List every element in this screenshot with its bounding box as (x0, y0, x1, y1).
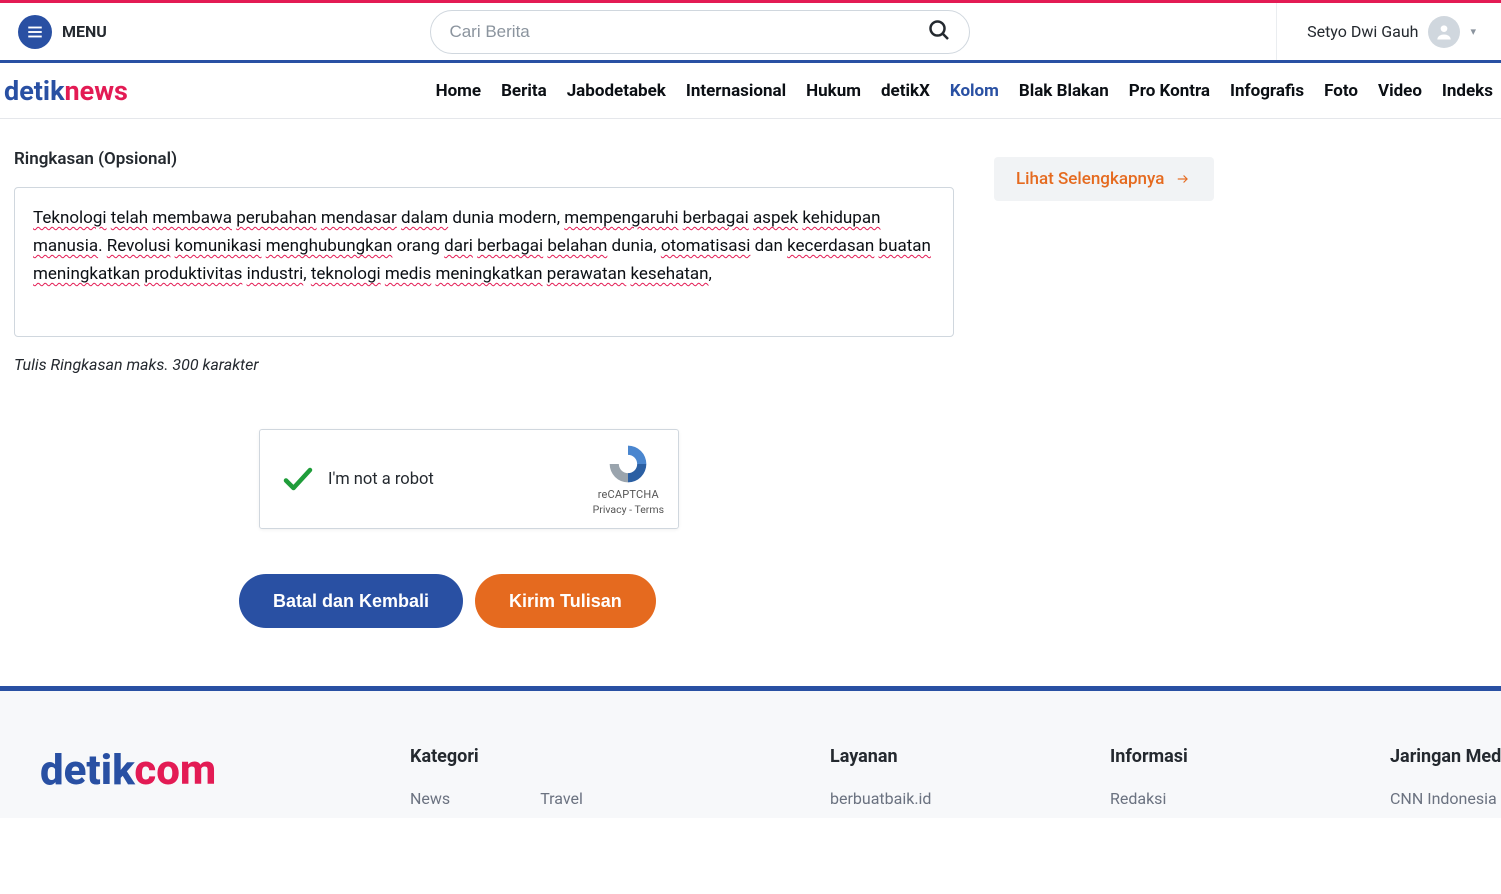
nav-berita[interactable]: Berita (501, 81, 547, 101)
arrow-right-icon (1174, 172, 1192, 186)
submit-button[interactable]: Kirim Tulisan (475, 574, 656, 628)
hamburger-icon (18, 15, 52, 49)
footer-col: Jaringan Media CNN Indonesia (1390, 746, 1501, 818)
search-icon[interactable] (927, 18, 951, 46)
user-menu[interactable]: Setyo Dwi Gauh ▾ (1276, 3, 1501, 60)
summary-hint: Tulis Ringkasan maks. 300 karakter (14, 355, 954, 374)
recaptcha-branding: reCAPTCHA Privacy - Terms (593, 442, 664, 516)
nav-detikx[interactable]: detikX (881, 81, 930, 101)
footer-heading: Jaringan Media (1390, 746, 1501, 767)
footer-col: Layanan berbuatbaik.id (830, 746, 1000, 818)
nav-foto[interactable]: Foto (1324, 81, 1358, 101)
button-row: Batal dan Kembali Kirim Tulisan (239, 574, 954, 628)
search-input[interactable] (449, 22, 927, 42)
navbar: detiknews Home Berita Jabodetabek Internasi… (0, 63, 1501, 119)
footer-brand[interactable]: detikcom (40, 746, 400, 795)
checkmark-icon (278, 459, 318, 499)
footer: detikcom Kategori News Travel Layanan berbua… (0, 691, 1501, 818)
nav-kolom[interactable]: Kolom (950, 81, 999, 101)
recaptcha-label: I'm not a robot (328, 470, 434, 489)
footer-col: Kategori News Travel (410, 746, 720, 818)
footer-link[interactable]: Redaksi (1110, 789, 1280, 808)
footer-link[interactable]: berbuatbaik.id (830, 789, 1000, 808)
footer-heading: Informasi (1110, 746, 1280, 767)
footer-link[interactable]: CNN Indonesia (1390, 789, 1501, 808)
side-column: Lihat Selengkapnya (994, 149, 1487, 628)
nav-pro kontra[interactable]: Pro Kontra (1129, 81, 1210, 101)
see-more-button[interactable]: Lihat Selengkapnya (994, 157, 1214, 201)
nav-jabodetabek[interactable]: Jabodetabek (567, 81, 666, 101)
site-brand[interactable]: detiknews (2, 75, 146, 107)
avatar-icon (1428, 16, 1460, 48)
nav-infografis[interactable]: Infografis (1230, 81, 1304, 101)
footer-heading: Layanan (830, 746, 1000, 767)
topbar: MENU Setyo Dwi Gauh ▾ (0, 3, 1501, 63)
nav-blak blakan[interactable]: Blak Blakan (1019, 81, 1109, 101)
summary-textarea[interactable]: Teknologi telah membawa perubahan mendas… (14, 187, 954, 337)
user-name: Setyo Dwi Gauh (1307, 22, 1418, 41)
nav-hukum[interactable]: Hukum (806, 81, 861, 101)
search-box[interactable] (430, 10, 970, 54)
main-column: Ringkasan (Opsional) Teknologi telah mem… (14, 149, 954, 628)
chevron-down-icon: ▾ (1470, 25, 1476, 38)
footer-link[interactable]: Travel (540, 789, 583, 808)
nav-home[interactable]: Home (436, 81, 482, 101)
menu-label: MENU (62, 22, 107, 41)
footer-heading: Kategori (410, 746, 720, 767)
nav-indeks[interactable]: Indeks (1442, 81, 1493, 101)
recaptcha-icon (606, 442, 650, 486)
recaptcha-widget[interactable]: I'm not a robot reCAPTCHA Privacy - Term… (259, 429, 679, 529)
footer-col: Informasi Redaksi (1110, 746, 1280, 818)
cancel-button[interactable]: Batal dan Kembali (239, 574, 463, 628)
summary-label: Ringkasan (Opsional) (14, 149, 954, 169)
nav-internasional[interactable]: Internasional (686, 81, 786, 101)
menu-button[interactable]: MENU (0, 15, 125, 49)
nav-video[interactable]: Video (1378, 81, 1422, 101)
footer-link[interactable]: News (410, 789, 450, 808)
